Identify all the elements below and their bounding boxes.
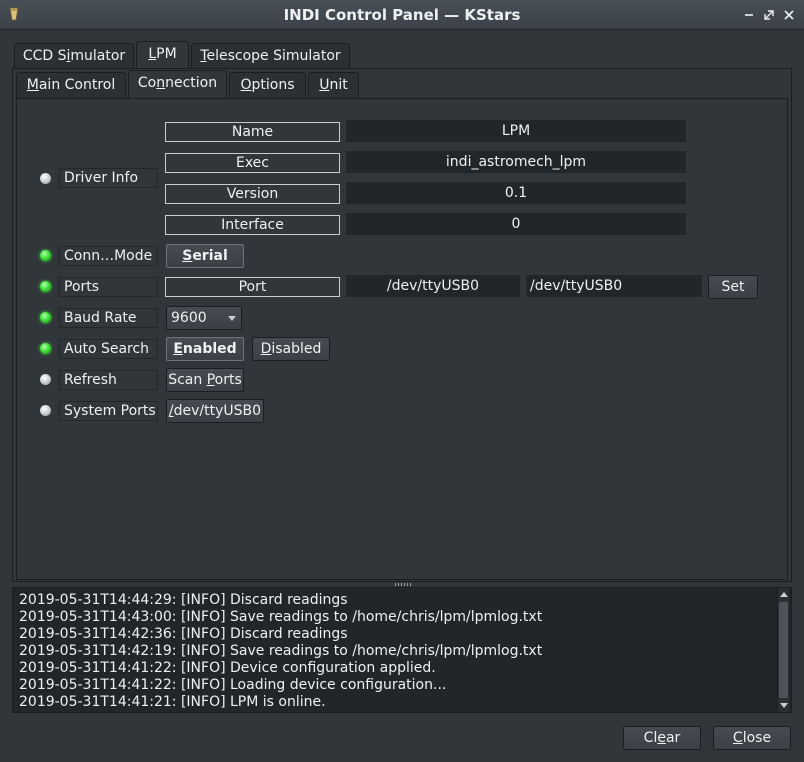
title-bar[interactable]: INDI Control Panel — KStars xyxy=(0,0,804,30)
auto-search-enabled-button[interactable]: Enabled xyxy=(166,337,244,361)
driver-version-value: 0.1 xyxy=(346,182,686,204)
ports-label: Ports xyxy=(59,277,158,297)
port-name-label: Port xyxy=(165,277,340,297)
chevron-down-icon xyxy=(228,316,236,321)
system-ports-status-led xyxy=(40,405,51,416)
serial-button[interactable]: Serial xyxy=(166,244,244,268)
tab-ccd-simulator[interactable]: CCD Simulator xyxy=(14,43,134,69)
refresh-status-led xyxy=(40,374,51,385)
driver-info-label: Driver Info xyxy=(59,168,158,188)
scrollbar-thumb[interactable] xyxy=(779,602,788,698)
driver-name-value: LPM xyxy=(346,120,686,142)
driver-version-label: Version xyxy=(165,184,340,204)
log-line: 2019-05-31T14:43:00: [INFO] Save reading… xyxy=(19,609,543,625)
tab-options[interactable]: Options xyxy=(229,72,306,98)
port-set-button[interactable]: Set xyxy=(708,275,758,299)
window-title: INDI Control Panel — KStars xyxy=(283,6,521,24)
port-current-value: /dev/ttyUSB0 xyxy=(346,275,520,297)
tab-connection[interactable]: Connection xyxy=(128,70,227,98)
tab-telescope-simulator[interactable]: Telescope Simulator xyxy=(191,43,350,69)
conn-mode-status-led xyxy=(40,250,51,261)
log-line: 2019-05-31T14:41:22: [INFO] Loading devi… xyxy=(19,677,447,693)
tab-lpm[interactable]: LPM xyxy=(136,41,189,69)
scroll-down-icon[interactable] xyxy=(780,703,788,708)
close-button[interactable]: Close xyxy=(713,726,791,750)
baud-rate-select[interactable]: 9600 xyxy=(166,306,242,330)
log-line: 2019-05-31T14:42:19: [INFO] Save reading… xyxy=(19,643,543,659)
scroll-up-icon[interactable] xyxy=(780,592,788,597)
tab-main-control[interactable]: Main Control xyxy=(16,72,126,98)
close-icon[interactable] xyxy=(782,8,796,22)
message-log[interactable]: 2019-05-31T14:44:29: [INFO] Discard read… xyxy=(12,587,792,713)
driver-interface-value: 0 xyxy=(346,213,686,235)
log-line: 2019-05-31T14:42:36: [INFO] Discard read… xyxy=(19,626,348,642)
system-ports-label: System Ports xyxy=(59,401,158,421)
log-line: 2019-05-31T14:41:22: [INFO] Device confi… xyxy=(19,660,436,676)
system-port-ttyusb0-button[interactable]: /dev/ttyUSB0 xyxy=(166,399,264,423)
auto-search-disabled-button[interactable]: Disabled xyxy=(252,337,330,361)
driver-info-status-led xyxy=(40,173,51,184)
clear-button[interactable]: Clear xyxy=(623,726,701,750)
restore-icon[interactable] xyxy=(762,8,776,22)
log-line: 2019-05-31T14:44:29: [INFO] Discard read… xyxy=(19,592,348,608)
auto-search-status-led xyxy=(40,343,51,354)
driver-interface-label: Interface xyxy=(165,215,340,235)
conn-mode-label: Conn…Mode xyxy=(59,246,158,266)
ports-status-led xyxy=(40,281,51,292)
log-scrollbar[interactable] xyxy=(777,588,789,712)
driver-exec-value: indi_astromech_lpm xyxy=(346,151,686,173)
refresh-label: Refresh xyxy=(59,370,158,390)
port-input[interactable]: /dev/ttyUSB0 xyxy=(526,275,702,297)
log-line: 2019-05-31T14:41:21: [INFO] LPM is onlin… xyxy=(19,694,326,710)
tab-unit[interactable]: Unit xyxy=(308,72,359,98)
driver-name-label: Name xyxy=(165,122,340,142)
baud-rate-status-led xyxy=(40,312,51,323)
baud-rate-label: Baud Rate xyxy=(59,308,158,328)
minimize-icon[interactable] xyxy=(742,8,756,22)
auto-search-label: Auto Search xyxy=(59,339,158,359)
scan-ports-button[interactable]: Scan Ports xyxy=(166,368,244,392)
grip-icon xyxy=(395,583,413,586)
driver-exec-label: Exec xyxy=(165,153,340,173)
